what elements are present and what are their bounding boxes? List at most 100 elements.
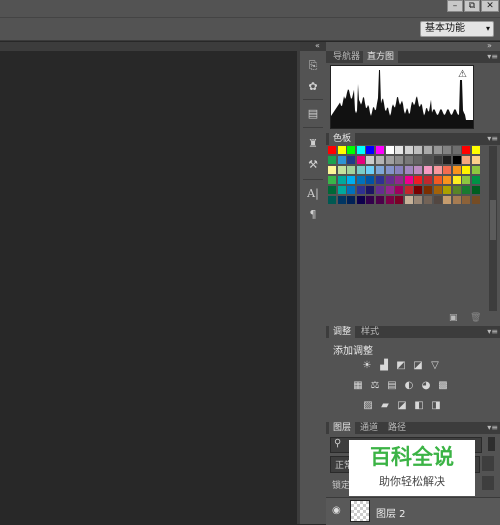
color-swatch[interactable] [366, 176, 375, 184]
scrollbar-thumb[interactable] [490, 200, 496, 240]
swatch-icon[interactable]: ▤ [303, 106, 323, 122]
tab-channels[interactable]: 通道 [356, 422, 382, 434]
color-swatch[interactable] [376, 156, 384, 164]
color-swatch[interactable] [337, 196, 346, 204]
color-swatch[interactable] [347, 196, 356, 204]
tab-paths[interactable]: 路径 [384, 422, 410, 434]
color-swatch[interactable] [433, 186, 442, 194]
curves-icon[interactable]: ◩ [395, 360, 407, 371]
color-swatch[interactable] [337, 156, 346, 164]
vibrance-icon[interactable]: ▽ [429, 360, 441, 371]
tool-preset-icon[interactable]: ⚒ [303, 157, 323, 173]
color-swatch[interactable] [395, 186, 404, 194]
color-swatch[interactable] [433, 156, 442, 164]
close-button[interactable]: ✕ [481, 0, 499, 12]
color-swatch[interactable] [356, 186, 365, 194]
color-swatch[interactable] [472, 166, 480, 174]
canvas-area[interactable] [0, 51, 297, 524]
color-swatch[interactable] [356, 176, 365, 184]
color-swatch[interactable] [376, 146, 384, 154]
levels-icon[interactable]: ▟ [378, 360, 390, 371]
color-swatch[interactable] [385, 186, 394, 194]
color-swatch[interactable] [376, 186, 384, 194]
color-swatch[interactable] [414, 186, 423, 194]
color-swatch[interactable] [414, 156, 423, 164]
color-swatch[interactable] [462, 156, 471, 164]
color-swatch[interactable] [328, 166, 336, 174]
color-swatch[interactable] [462, 196, 471, 204]
expand-icon[interactable]: » [487, 41, 492, 50]
fill-field[interactable] [482, 476, 494, 490]
tab-swatches[interactable]: 色板 [329, 133, 356, 145]
color-swatch[interactable] [433, 166, 442, 174]
bw-icon[interactable]: ▤ [386, 380, 398, 391]
warning-icon[interactable]: ⚠ [458, 69, 467, 80]
color-swatch[interactable] [472, 196, 480, 204]
threshold-icon[interactable]: ◪ [396, 400, 408, 411]
color-swatch[interactable] [443, 196, 452, 204]
lookup-icon[interactable]: ▩ [437, 380, 449, 391]
color-swatch[interactable] [395, 176, 404, 184]
color-swatch[interactable] [385, 196, 394, 204]
gradient-map-icon[interactable]: ◧ [413, 400, 425, 411]
color-swatch[interactable] [414, 196, 423, 204]
color-swatch[interactable] [337, 166, 346, 174]
color-swatch[interactable] [356, 146, 365, 154]
opacity-field[interactable] [482, 456, 494, 471]
selective-color-icon[interactable]: ◨ [430, 400, 442, 411]
color-swatch[interactable] [356, 156, 365, 164]
invert-icon[interactable]: ▨ [362, 400, 374, 411]
color-swatch[interactable] [356, 196, 365, 204]
color-swatch[interactable] [443, 186, 452, 194]
color-swatch[interactable] [366, 146, 375, 154]
color-swatch[interactable] [462, 166, 471, 174]
color-swatch[interactable] [472, 176, 480, 184]
color-swatch[interactable] [443, 166, 452, 174]
color-swatch[interactable] [433, 176, 442, 184]
restore-button[interactable]: ⧉ [464, 0, 480, 12]
panel-menu-icon[interactable]: ▾≡ [487, 326, 498, 338]
color-swatch[interactable] [337, 146, 346, 154]
color-swatch[interactable] [424, 176, 432, 184]
trash-icon[interactable]: 🗑 [470, 313, 481, 323]
color-swatch[interactable] [404, 196, 413, 204]
color-swatch[interactable] [347, 186, 356, 194]
color-swatch[interactable] [424, 196, 432, 204]
color-swatch[interactable] [424, 146, 432, 154]
color-swatch[interactable] [443, 176, 452, 184]
filter-toggle[interactable] [488, 437, 495, 451]
color-swatch[interactable] [366, 156, 375, 164]
color-swatch[interactable] [424, 186, 432, 194]
color-swatch[interactable] [404, 146, 413, 154]
color-swatch[interactable] [443, 146, 452, 154]
color-swatch[interactable] [328, 176, 336, 184]
color-swatch[interactable] [347, 156, 356, 164]
workspace-select[interactable]: 基本功能 ▾ [420, 21, 494, 37]
color-swatch[interactable] [356, 166, 365, 174]
color-swatch[interactable] [385, 146, 394, 154]
brightness-icon[interactable]: ☀ [361, 360, 373, 371]
tab-adjustments[interactable]: 调整 [329, 326, 356, 338]
color-swatch[interactable] [414, 176, 423, 184]
color-swatch[interactable] [424, 156, 432, 164]
history-icon[interactable]: ⎘ [303, 58, 323, 74]
panel-menu-icon[interactable]: ▾≡ [487, 422, 498, 434]
color-swatch[interactable] [452, 156, 461, 164]
color-swatch[interactable] [366, 196, 375, 204]
color-swatch[interactable] [376, 176, 384, 184]
color-swatch[interactable] [366, 186, 375, 194]
color-swatch[interactable] [385, 166, 394, 174]
color-swatch[interactable] [337, 186, 346, 194]
color-swatch[interactable] [376, 166, 384, 174]
color-swatch[interactable] [472, 156, 480, 164]
new-swatch-icon[interactable]: ▣ [449, 313, 458, 323]
minimize-button[interactable]: – [447, 0, 463, 12]
color-swatch[interactable] [328, 186, 336, 194]
color-swatch[interactable] [404, 176, 413, 184]
color-swatch[interactable] [414, 166, 423, 174]
color-swatch[interactable] [395, 156, 404, 164]
color-swatch[interactable] [404, 166, 413, 174]
color-swatch[interactable] [366, 166, 375, 174]
color-swatch[interactable] [395, 146, 404, 154]
panel-menu-icon[interactable]: ▾≡ [487, 133, 498, 145]
